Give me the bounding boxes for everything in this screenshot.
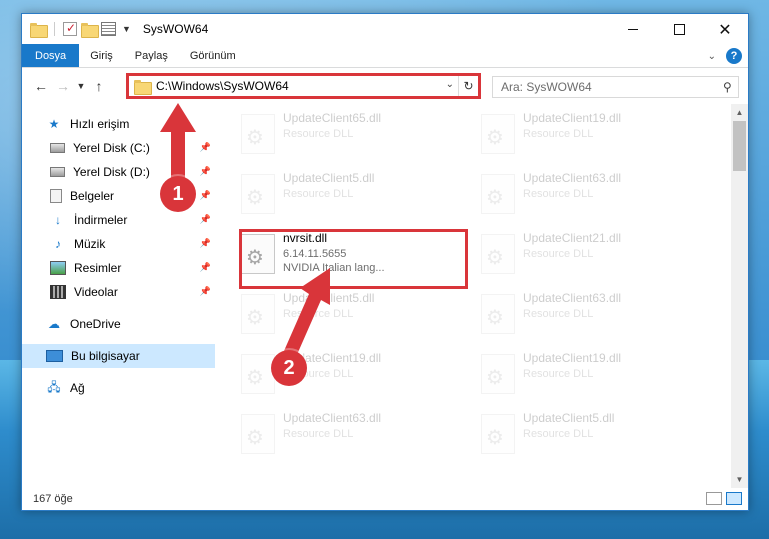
step-2-badge: 2 — [271, 350, 307, 386]
step-1-badge: 1 — [160, 176, 196, 212]
annotation-arrows — [160, 103, 330, 366]
